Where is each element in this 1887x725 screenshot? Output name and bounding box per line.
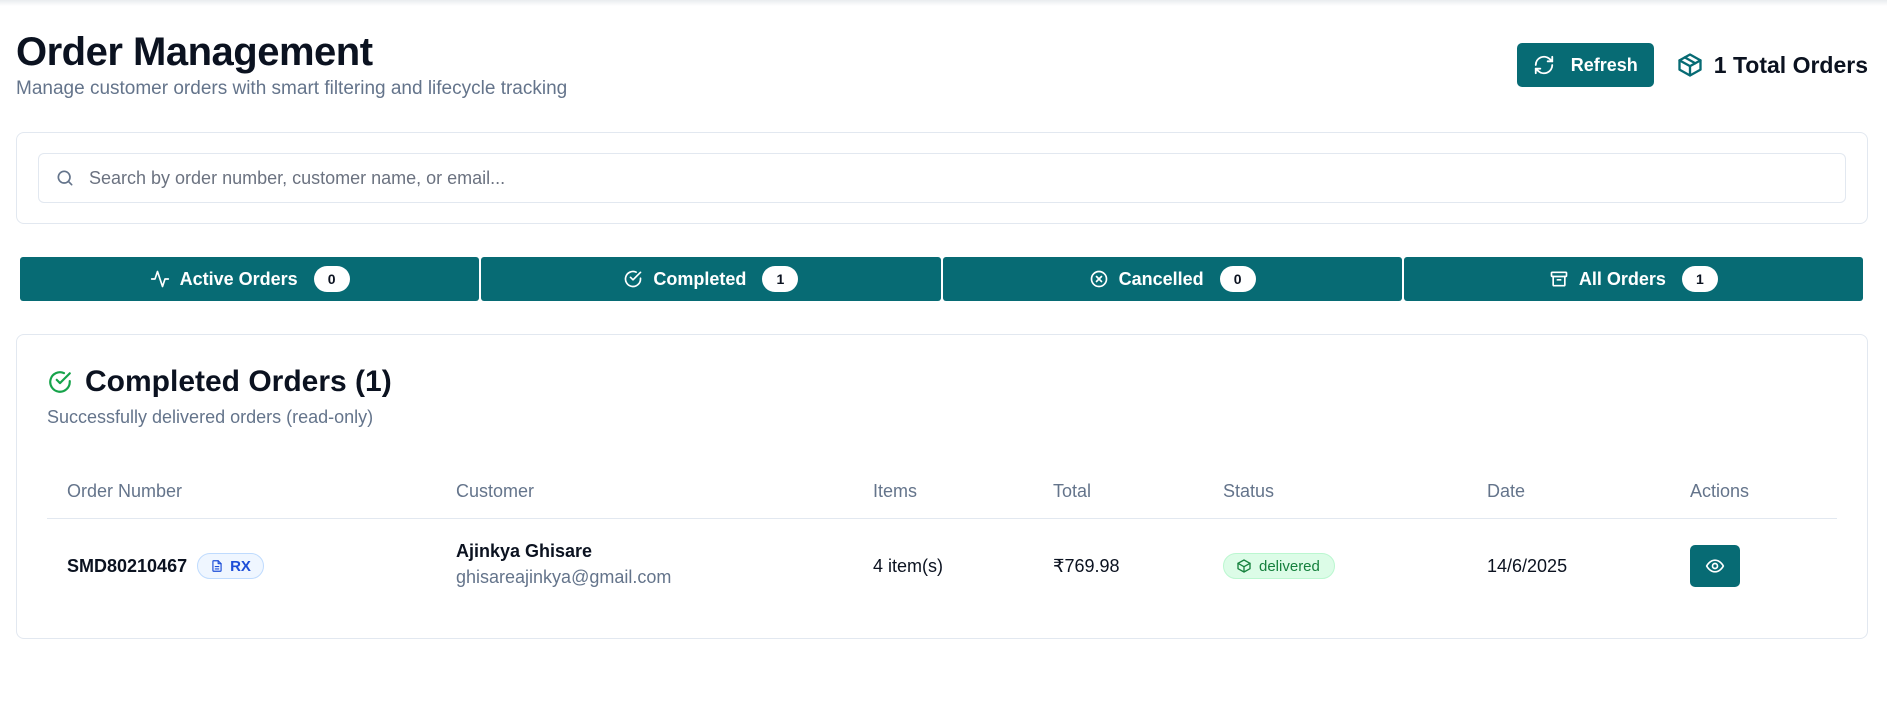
tab-all-orders[interactable]: All Orders 1: [1403, 257, 1863, 301]
package-icon: [1237, 559, 1251, 573]
search-card: [16, 132, 1868, 224]
section-title: Completed Orders (1): [47, 365, 392, 399]
search-icon: [57, 170, 73, 186]
customer-name: Ajinkya Ghisare: [456, 541, 593, 561]
tab-active-orders[interactable]: Active Orders 0: [20, 257, 480, 301]
table-row: SMD80210467 RX Ajinkya Ghisare ghisareaj…: [47, 519, 1837, 611]
refresh-icon: [1534, 55, 1553, 75]
page-header: Order Management Manage customer orders …: [16, 28, 1868, 108]
view-order-button[interactable]: [1690, 545, 1740, 587]
refresh-button[interactable]: Refresh: [1516, 43, 1654, 87]
order-tabs: Active Orders 0 Completed 1 Cancelled 0 …: [20, 257, 1863, 301]
archive-icon: [1550, 271, 1568, 287]
refresh-label: Refresh: [1570, 54, 1638, 75]
top-shadow: [0, 0, 1887, 6]
order-total: ₹769.98: [1053, 556, 1120, 576]
search-input[interactable]: [89, 167, 1789, 189]
section-title-text: Completed Orders (1): [85, 365, 392, 398]
column-header-customer: Customer: [456, 481, 535, 501]
tab-count-badge: 0: [1219, 266, 1256, 292]
x-circle-icon: [1090, 270, 1107, 288]
total-orders-label: 1 Total Orders: [1713, 51, 1868, 78]
column-header-date: Date: [1487, 481, 1526, 501]
tab-label: Active Orders: [179, 268, 298, 289]
status-label: delivered: [1259, 557, 1320, 575]
order-date: 14/6/2025: [1487, 556, 1568, 576]
column-header-actions: Actions: [1690, 481, 1750, 501]
search-box: [38, 153, 1846, 203]
file-icon: [212, 560, 222, 572]
tab-cancelled[interactable]: Cancelled 0: [942, 257, 1402, 301]
tab-label: Completed: [653, 268, 747, 289]
items-count: 4 item(s): [873, 556, 944, 576]
check-circle-icon: [49, 371, 71, 393]
tab-label: Cancelled: [1118, 268, 1204, 289]
eye-icon: [1705, 559, 1725, 573]
customer-email: ghisareajinkya@gmail.com: [456, 567, 672, 587]
tab-label: All Orders: [1578, 268, 1666, 289]
order-number: SMD80210467: [67, 555, 188, 576]
tab-count-badge: 1: [762, 266, 799, 292]
column-header-status: Status: [1223, 481, 1275, 501]
package-icon: [1678, 53, 1702, 77]
column-header-total: Total: [1053, 481, 1092, 501]
orders-card: Completed Orders (1) Successfully delive…: [16, 334, 1868, 639]
header-actions: Refresh 1 Total Orders: [1516, 43, 1868, 87]
column-header-items: Items: [873, 481, 918, 501]
status-badge: delivered: [1223, 553, 1335, 579]
tab-count-badge: 0: [313, 266, 350, 292]
activity-icon: [150, 270, 169, 288]
section-subtitle: Successfully delivered orders (read-only…: [47, 407, 374, 427]
tab-count-badge: 1: [1681, 266, 1718, 292]
check-circle-icon: [625, 270, 642, 288]
tab-completed[interactable]: Completed 1: [481, 257, 941, 301]
rx-badge: RX: [197, 553, 264, 579]
rx-badge-label: RX: [230, 557, 251, 575]
order-number-cell: SMD80210467 RX: [67, 553, 264, 579]
table-header: Order Number Customer Items Total Status…: [47, 469, 1837, 519]
column-header-order-number: Order Number: [67, 481, 183, 501]
total-orders-indicator: 1 Total Orders: [1676, 51, 1868, 79]
